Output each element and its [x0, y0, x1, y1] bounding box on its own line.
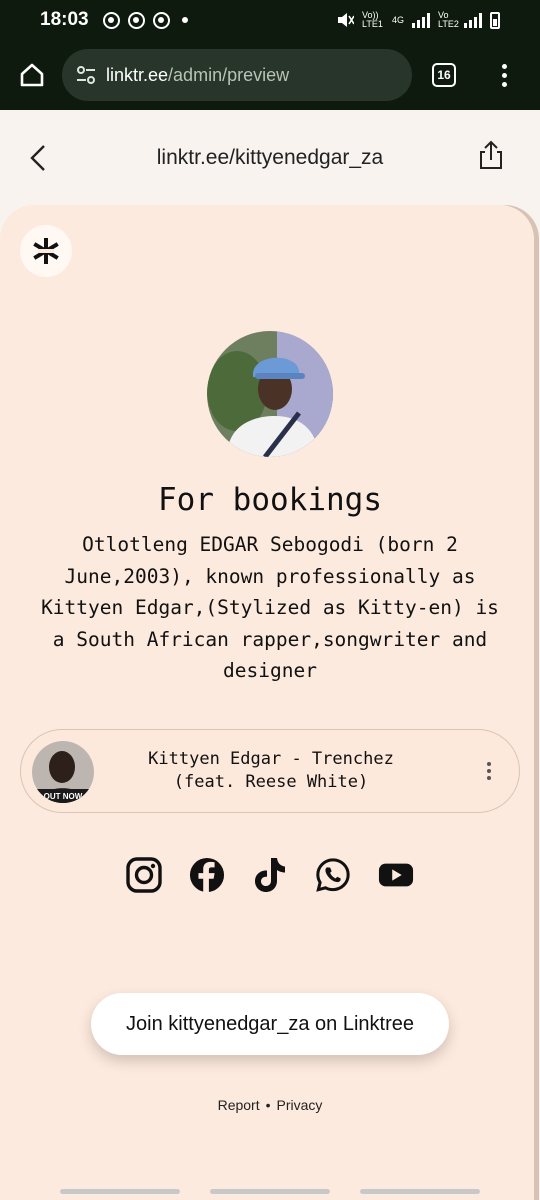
music-title-line2: (feat. Reese White) [173, 772, 369, 792]
music-title: Kittyen Edgar - Trenchez (feat. Reese Wh… [111, 748, 431, 794]
linktree-logo-button[interactable] [20, 225, 72, 277]
chrome-icon [152, 11, 170, 29]
battery-icon [490, 11, 500, 29]
share-icon [480, 140, 502, 169]
back-button[interactable] [28, 143, 48, 178]
url-path: /admin/preview [168, 64, 290, 85]
tab-switcher-button[interactable]: 16 [432, 63, 456, 87]
join-linktree-button[interactable]: Join kittyenedgar_za on Linktree [91, 993, 449, 1055]
status-right: Vo)) LTE1 4G Vo LTE2 [336, 11, 500, 29]
chrome-icon [102, 11, 120, 29]
network-speed: 4G [391, 14, 404, 25]
status-bar: 18:03 Vo)) LTE1 4G Vo LTE2 [0, 0, 540, 40]
linktree-card: For bookings Otlotleng EDGAR Sebogodi (b… [0, 205, 534, 1200]
address-bar[interactable]: linktr.ee/admin/preview [62, 49, 412, 101]
home-button[interactable] [14, 57, 50, 93]
profile-photo [207, 331, 333, 457]
browser-menu-button[interactable] [502, 63, 507, 87]
nav-hint-left [60, 1189, 180, 1194]
privacy-link[interactable]: Privacy [277, 1097, 323, 1113]
url-host: linktr.ee [106, 64, 169, 85]
network-2-label: Vo LTE2 [438, 10, 459, 29]
status-time: 18:03 [40, 9, 89, 30]
home-icon [20, 63, 44, 87]
youtube-icon[interactable] [378, 855, 414, 895]
nav-hint-home[interactable] [210, 1189, 330, 1194]
mute-icon [337, 13, 354, 27]
profile-bio: Otlotleng EDGAR Sebogodi (born 2 June,20… [41, 533, 499, 682]
network-1-label: Vo)) LTE1 [361, 10, 383, 29]
social-icons-row [0, 855, 540, 895]
music-more-button[interactable] [487, 762, 491, 780]
page-url: linktr.ee/kittyenedgar_za [156, 145, 384, 169]
music-link-card[interactable]: OUT NOW Kittyen Edgar - Trenchez (feat. … [20, 729, 520, 813]
album-art-text: OUT NOW [44, 792, 83, 801]
whatsapp-icon[interactable] [315, 855, 351, 895]
album-art: OUT NOW [32, 741, 94, 803]
notification-icons [102, 11, 188, 29]
instagram-icon[interactable] [126, 855, 162, 895]
footer-separator: • [265, 1097, 271, 1113]
chevron-left-icon [30, 145, 45, 171]
preview-header: linktr.ee/kittyenedgar_za [0, 110, 540, 205]
gesture-navigation-bar [0, 1189, 540, 1194]
music-title-line1: Kittyen Edgar - Trenchez [148, 749, 394, 769]
report-link[interactable]: Report [218, 1097, 260, 1113]
site-settings-icon[interactable] [76, 66, 96, 84]
chrome-icon [127, 11, 145, 29]
music-thumbnail: OUT NOW [32, 741, 94, 803]
tiktok-icon[interactable] [252, 855, 288, 895]
asterisk-icon [33, 238, 59, 264]
signal-icon [464, 12, 482, 28]
footer-links: Report • Privacy [0, 1097, 540, 1113]
facebook-icon[interactable] [189, 855, 225, 895]
share-button[interactable] [478, 140, 504, 175]
browser-toolbar: linktr.ee/admin/preview 16 [0, 40, 540, 110]
profile-avatar [207, 331, 333, 457]
nav-hint-right [360, 1189, 480, 1194]
more-notifications-dot [181, 17, 188, 23]
profile-title: For bookings [158, 482, 382, 518]
signal-icon [412, 12, 430, 28]
